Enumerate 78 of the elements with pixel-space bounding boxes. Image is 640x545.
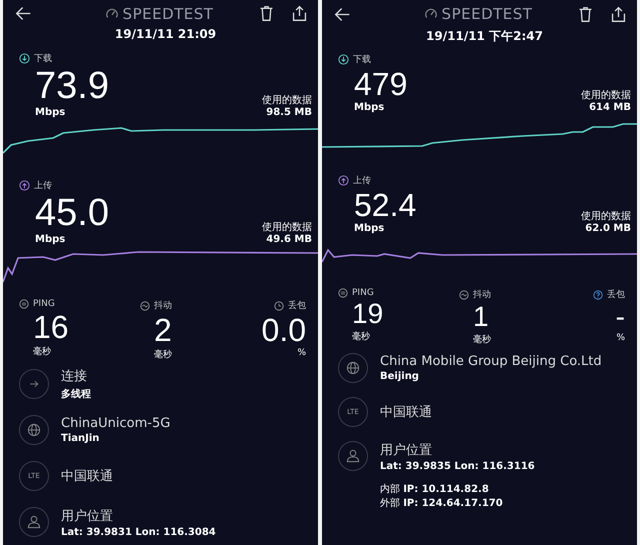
metric-label: 上传 xyxy=(353,174,371,186)
info-subtitle: TianJin xyxy=(61,433,100,444)
gauge-icon xyxy=(104,6,119,21)
upload-icon xyxy=(19,180,30,191)
app-title: SPEEDTEST xyxy=(442,5,532,23)
upload-icon xyxy=(338,174,349,186)
help-icon xyxy=(593,290,603,300)
info-title: ChinaUnicom-5G xyxy=(61,416,170,432)
ip-address: 外部 IP: 124.64.17.170 xyxy=(380,496,504,510)
download-icon xyxy=(338,54,349,64)
person-icon xyxy=(19,507,49,538)
test-timestamp: 19/11/11 21:09 xyxy=(114,27,218,44)
stat-unit: % xyxy=(296,348,306,358)
ping-icon xyxy=(19,299,29,310)
stat-value: 1 xyxy=(472,301,490,333)
speed-value: 479 xyxy=(354,66,408,102)
stat-label: 丢包 xyxy=(607,288,625,301)
back-icon[interactable] xyxy=(15,5,32,22)
globe-icon xyxy=(338,353,368,383)
speed-unit: Mbps xyxy=(354,223,386,234)
info-subtitle: Lat: 39.9831 Lon: 116.3084 xyxy=(61,526,216,538)
globe-icon xyxy=(19,415,49,446)
ip-address: 内部 IP: 10.114.82.8 xyxy=(380,482,490,496)
info-title: China Mobile Group Beijing Co.Ltd xyxy=(380,354,602,369)
speed-value: 73.9 xyxy=(35,65,109,108)
jitter-icon xyxy=(140,300,150,311)
data-used-label: 使用的数据 xyxy=(262,221,312,234)
back-icon[interactable] xyxy=(334,6,351,22)
metric-label: 上传 xyxy=(34,180,52,192)
app-title: SPEEDTEST xyxy=(122,4,214,23)
speed-value: 45.0 xyxy=(35,192,109,234)
speed-value: 52.4 xyxy=(354,187,416,223)
stat-label: 抖动 xyxy=(154,300,172,312)
gauge-icon xyxy=(424,7,438,21)
stat-value: 2 xyxy=(153,312,173,348)
info-title: 连接 xyxy=(61,368,88,386)
info-title: 中国联通 xyxy=(380,404,432,421)
stat-unit: 毫秒 xyxy=(153,348,173,362)
data-used-label: 使用的数据 xyxy=(581,89,631,102)
jitter-icon xyxy=(459,290,469,300)
speed-unit: Mbps xyxy=(35,234,66,246)
data-used-label: 使用的数据 xyxy=(581,210,631,223)
stat-unit: % xyxy=(615,333,625,343)
download-icon xyxy=(19,52,30,64)
stat-label: PING xyxy=(33,299,55,310)
person-icon xyxy=(338,441,368,471)
share-icon[interactable] xyxy=(291,5,308,22)
share-icon[interactable] xyxy=(610,6,627,22)
trash-icon[interactable] xyxy=(258,5,275,22)
stat-value: 19 xyxy=(351,298,384,330)
metric-label: 下载 xyxy=(353,54,371,66)
info-subtitle: 多线程 xyxy=(61,388,91,402)
stat-value: 0.0 xyxy=(260,312,306,348)
timer-icon xyxy=(274,300,284,311)
info-subtitle: Beijing xyxy=(380,371,420,382)
data-used-value: 98.5 MB xyxy=(265,107,312,118)
speed-unit: Mbps xyxy=(354,102,386,113)
test-timestamp: 19/11/11 下午2:47 xyxy=(425,28,544,45)
data-used-label: 使用的数据 xyxy=(262,94,312,108)
info-title: 用户位置 xyxy=(61,508,114,525)
trash-icon[interactable] xyxy=(577,6,594,22)
info-title: 用户位置 xyxy=(380,442,433,458)
ping-icon xyxy=(338,288,348,298)
data-used-value: 49.6 MB xyxy=(265,234,312,246)
stat-label: 抖动 xyxy=(473,288,491,301)
stat-value: - xyxy=(614,301,625,333)
data-used-value: 614 MB xyxy=(588,102,631,113)
stat-unit: 毫秒 xyxy=(32,345,52,358)
info-title: 中国联通 xyxy=(61,468,113,486)
stat-unit: 毫秒 xyxy=(351,330,371,343)
info-subtitle: Lat: 39.9835 Lon: 116.3116 xyxy=(380,460,535,472)
data-used-value: 62.0 MB xyxy=(584,223,631,234)
stat-label: 丢包 xyxy=(288,300,306,312)
stat-unit: 毫秒 xyxy=(472,333,492,346)
metric-label: 下载 xyxy=(34,52,52,65)
stat-label: PING xyxy=(352,288,374,298)
speed-unit: Mbps xyxy=(35,107,66,118)
stat-value: 16 xyxy=(32,309,70,346)
